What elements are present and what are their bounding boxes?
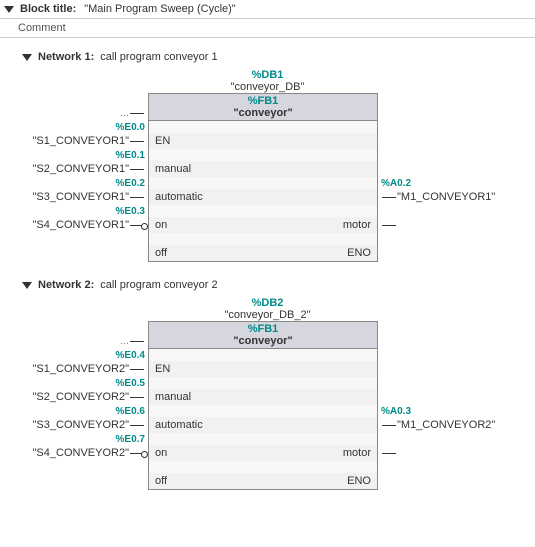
input-symbol: %E0.0 xyxy=(116,122,145,133)
wire-icon xyxy=(130,453,144,454)
wire-icon xyxy=(130,397,144,398)
input-tag: "S3_CONVEYOR1" xyxy=(33,191,129,203)
input-tag: "S4_CONVEYOR2" xyxy=(33,447,129,459)
block-title-row: Block title: "Main Program Sweep (Cycle)… xyxy=(0,0,535,19)
network-label: Network 2: xyxy=(38,279,94,291)
network-1: Network 1:call program conveyor 1%DB1"co… xyxy=(0,48,535,262)
input-pin: manual xyxy=(149,163,209,175)
input-tag: "S2_CONVEYOR2" xyxy=(33,391,129,403)
input-pin: automatic xyxy=(149,419,209,431)
input-symbol: %E0.4 xyxy=(116,350,145,361)
wire-icon xyxy=(130,425,144,426)
input-tag: "S4_CONVEYOR1" xyxy=(33,219,129,231)
fb-block[interactable]: ... %E0.4 "S1_CONVEYOR2" %E0.5 "S2_CONVEYOR2… xyxy=(0,321,535,490)
input-pin: on xyxy=(149,219,209,231)
input-pin: automatic xyxy=(149,191,209,203)
wire-icon xyxy=(382,425,396,426)
block-title-label: Block title: xyxy=(20,3,76,15)
fb-block[interactable]: ... %E0.0 "S1_CONVEYOR1" %E0.1 "S2_CONVEYOR1… xyxy=(0,93,535,262)
output-pin: ENO xyxy=(327,247,377,259)
network-label: Network 1: xyxy=(38,51,94,63)
wire-icon xyxy=(130,169,144,170)
network-title[interactable]: call program conveyor 2 xyxy=(100,279,217,291)
comment-row[interactable]: Comment xyxy=(0,19,535,38)
network-header: Network 1: call program conveyor 1 xyxy=(0,48,535,69)
input-tag: "S1_CONVEYOR1" xyxy=(33,135,129,147)
db-name: "conveyor_DB" xyxy=(0,81,535,93)
wire-icon xyxy=(130,113,144,114)
input-symbol: %E0.6 xyxy=(116,406,145,417)
input-pin: on xyxy=(149,447,209,459)
network-title[interactable]: call program conveyor 1 xyxy=(100,51,217,63)
output-pin: ENO xyxy=(327,475,377,487)
block-title-value[interactable]: "Main Program Sweep (Cycle)" xyxy=(84,3,235,15)
wire-icon xyxy=(130,197,144,198)
fb-symbol: %FB1 xyxy=(149,323,377,335)
input-tag: "S1_CONVEYOR2" xyxy=(33,363,129,375)
fb-name: "conveyor" xyxy=(149,107,377,119)
input-symbol: %E0.7 xyxy=(116,434,145,445)
input-pin: off xyxy=(149,247,209,259)
db-symbol: %DB1 xyxy=(0,69,535,81)
input-symbol: %E0.5 xyxy=(116,378,145,389)
comment-label: Comment xyxy=(18,22,66,34)
input-tag: ... xyxy=(120,335,129,347)
input-tag: ... xyxy=(120,107,129,119)
input-tag: "S2_CONVEYOR1" xyxy=(33,163,129,175)
db-label: %DB1"conveyor_DB" xyxy=(0,69,535,93)
network-2: Network 2:call program conveyor 2%DB2"co… xyxy=(0,276,535,490)
output-symbol: %A0.3 xyxy=(381,406,411,417)
wire-icon xyxy=(130,225,144,226)
wire-icon xyxy=(130,141,144,142)
collapse-icon[interactable] xyxy=(22,282,32,289)
output-tag: "M1_CONVEYOR1" xyxy=(397,191,495,203)
db-name: "conveyor_DB_2" xyxy=(0,309,535,321)
input-pin: EN xyxy=(149,135,209,147)
output-pin: motor xyxy=(327,447,377,459)
input-symbol: %E0.3 xyxy=(116,206,145,217)
wire-icon xyxy=(130,369,144,370)
output-symbol: %A0.2 xyxy=(381,178,411,189)
input-symbol: %E0.1 xyxy=(116,150,145,161)
input-pin: off xyxy=(149,475,209,487)
wire-icon xyxy=(382,225,396,226)
wire-icon xyxy=(130,341,144,342)
input-symbol: %E0.2 xyxy=(116,178,145,189)
output-tag: "M1_CONVEYOR2" xyxy=(397,419,495,431)
fb-header: %FB1"conveyor" xyxy=(149,322,377,349)
output-pin: motor xyxy=(327,219,377,231)
input-pin: manual xyxy=(149,391,209,403)
wire-icon xyxy=(382,453,396,454)
db-label: %DB2"conveyor_DB_2" xyxy=(0,297,535,321)
input-pin: EN xyxy=(149,363,209,375)
network-header: Network 2: call program conveyor 2 xyxy=(0,276,535,297)
fb-symbol: %FB1 xyxy=(149,95,377,107)
wire-icon xyxy=(382,197,396,198)
input-tag: "S3_CONVEYOR2" xyxy=(33,419,129,431)
collapse-icon[interactable] xyxy=(4,6,14,13)
fb-header: %FB1"conveyor" xyxy=(149,94,377,121)
db-symbol: %DB2 xyxy=(0,297,535,309)
collapse-icon[interactable] xyxy=(22,54,32,61)
fb-name: "conveyor" xyxy=(149,335,377,347)
